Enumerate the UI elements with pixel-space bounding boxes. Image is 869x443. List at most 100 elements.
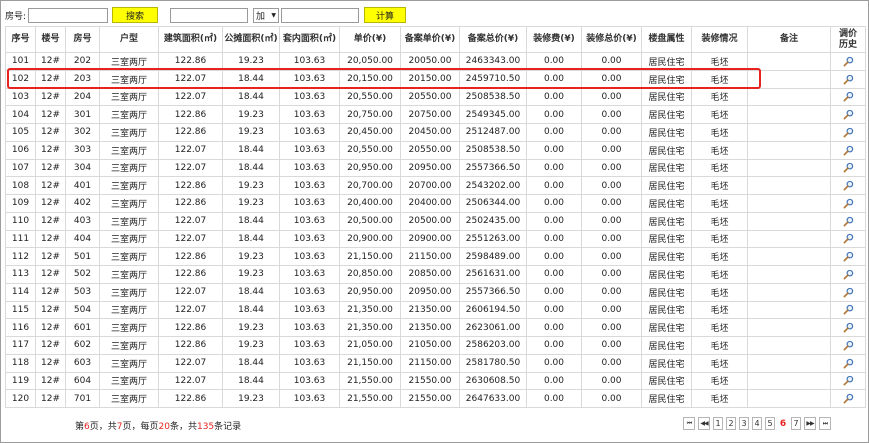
calc-right-input[interactable]	[281, 7, 360, 23]
table-cell: 12#	[35, 389, 66, 408]
table-cell: 2463343.00	[459, 52, 527, 71]
table-row[interactable]: 104 12# 301 三室两厅 122.86 19.23 103.63 20,750.00 2…	[5, 105, 866, 124]
last-page-button[interactable]: ⏭	[819, 417, 831, 430]
table-cell: 20,400.00	[339, 194, 401, 213]
table-cell	[747, 265, 831, 284]
magnifier-icon[interactable]	[843, 358, 854, 369]
table-cell: 三室两厅	[99, 389, 159, 408]
search-button[interactable]: 搜索	[112, 7, 159, 23]
magnifier-icon[interactable]	[843, 91, 854, 102]
magnifier-icon[interactable]	[843, 304, 854, 315]
table-cell: 105	[5, 123, 36, 142]
history-cell	[830, 229, 866, 249]
magnifier-icon[interactable]	[843, 74, 854, 85]
table-cell: 103.63	[279, 194, 340, 213]
history-cell	[830, 389, 866, 408]
column-header: 公摊面积(㎡)	[222, 26, 280, 53]
table-cell: 19.23	[222, 247, 280, 266]
magnifier-icon[interactable]	[843, 216, 854, 227]
table-row[interactable]: 117 12# 602 三室两厅 122.86 19.23 103.63 21,050.00 2…	[5, 336, 866, 355]
table-cell: 20,950.00	[339, 282, 401, 302]
table-row[interactable]: 103 12# 204 三室两厅 122.07 18.44 103.63 20,550.00 2…	[5, 87, 866, 107]
page-number-3[interactable]: 3	[739, 417, 749, 430]
magnifier-icon[interactable]	[843, 198, 854, 209]
magnifier-icon[interactable]	[843, 269, 854, 280]
table-row[interactable]: 116 12# 601 三室两厅 122.86 19.23 103.63 21,350.00 2…	[5, 318, 866, 337]
history-cell	[830, 300, 866, 320]
next-page-button[interactable]: ▶▶	[804, 417, 816, 430]
table-row[interactable]: 120 12# 701 三室两厅 122.86 19.23 103.63 21,550.00 2…	[5, 389, 866, 408]
page-number-5[interactable]: 5	[765, 417, 775, 430]
magnifier-icon[interactable]	[843, 56, 854, 67]
calc-button[interactable]: 计算	[364, 7, 407, 23]
table-cell: 103	[5, 87, 36, 107]
table-cell: 0.00	[526, 229, 582, 249]
magnifier-icon[interactable]	[843, 127, 854, 138]
magnifier-icon[interactable]	[843, 233, 854, 244]
operator-select[interactable]: 加 ▼	[253, 7, 280, 23]
magnifier-icon[interactable]	[843, 251, 854, 262]
magnifier-icon[interactable]	[843, 340, 854, 351]
page-number-4[interactable]: 4	[752, 417, 762, 430]
table-row[interactable]: 105 12# 302 三室两厅 122.86 19.23 103.63 20,450.00 2…	[5, 123, 866, 142]
table-row[interactable]: 101 12# 202 三室两厅 122.86 19.23 103.63 20,050.00 2…	[5, 52, 866, 71]
magnifier-icon[interactable]	[843, 393, 854, 404]
table-row[interactable]: 115 12# 504 三室两厅 122.07 18.44 103.63 21,350.00 2…	[5, 300, 866, 320]
table-cell: 0.00	[581, 282, 642, 302]
magnifier-icon[interactable]	[843, 145, 854, 156]
page-number-7[interactable]: 7	[791, 417, 801, 430]
table-cell	[747, 140, 831, 160]
table-row[interactable]: 114 12# 503 三室两厅 122.07 18.44 103.63 20,950.00 2…	[5, 282, 866, 302]
table-row[interactable]: 107 12# 304 三室两厅 122.07 18.44 103.63 20,950.00 2…	[5, 158, 866, 178]
table-row[interactable]: 113 12# 502 三室两厅 122.86 19.23 103.63 20,850.00 2…	[5, 265, 866, 284]
table-cell: 21,150.00	[339, 353, 401, 373]
table-row[interactable]: 106 12# 303 三室两厅 122.07 18.44 103.63 20,550.00 2…	[5, 140, 866, 160]
table-row[interactable]: 108 12# 401 三室两厅 122.86 19.23 103.63 20,700.00 2…	[5, 176, 866, 195]
table-row[interactable]: 109 12# 402 三室两厅 122.86 19.23 103.63 20,400.00 2…	[5, 194, 866, 213]
table-cell: 0.00	[581, 265, 642, 284]
magnifier-icon[interactable]	[843, 375, 854, 386]
column-header: 备案总价(¥)	[459, 26, 527, 53]
table-cell: 106	[5, 140, 36, 160]
table-cell: 毛坯	[691, 371, 748, 391]
table-cell: 毛坯	[691, 87, 748, 107]
room-input[interactable]	[28, 7, 109, 23]
page-number-1[interactable]: 1	[713, 417, 723, 430]
table-cell: 0.00	[526, 52, 582, 71]
table-cell: 504	[65, 300, 100, 320]
first-page-button[interactable]: ⏮	[683, 417, 695, 430]
table-cell: 20450.00	[400, 123, 460, 142]
table-row[interactable]: 110 12# 403 三室两厅 122.07 18.44 103.63 20,500.00 2…	[5, 211, 866, 231]
table-cell: 21150.00	[400, 353, 460, 373]
magnifier-icon[interactable]	[843, 162, 854, 173]
table-row[interactable]: 102 12# 203 三室两厅 122.07 18.44 103.63 20,150.00 2…	[5, 69, 866, 89]
magnifier-icon[interactable]	[843, 322, 854, 333]
page-number-2[interactable]: 2	[726, 417, 736, 430]
magnifier-icon[interactable]	[843, 109, 854, 120]
table-cell: 居民住宅	[641, 52, 692, 71]
table-row[interactable]: 111 12# 404 三室两厅 122.07 18.44 103.63 20,900.00 2…	[5, 229, 866, 249]
table-row[interactable]: 119 12# 604 三室两厅 122.07 18.44 103.63 21,550.00 2…	[5, 371, 866, 391]
magnifier-icon[interactable]	[843, 287, 854, 298]
table-cell: 居民住宅	[641, 123, 692, 142]
page-number-6[interactable]: 6	[778, 417, 788, 430]
table-cell	[747, 318, 831, 337]
table-cell: 毛坯	[691, 353, 748, 373]
table-cell: 103.63	[279, 389, 340, 408]
calc-left-input[interactable]	[170, 7, 249, 23]
table-cell: 116	[5, 318, 36, 337]
table-cell: 122.86	[158, 123, 223, 142]
table-cell: 0.00	[526, 194, 582, 213]
table-row[interactable]: 118 12# 603 三室两厅 122.07 18.44 103.63 21,150.00 2…	[5, 353, 866, 373]
table-cell: 毛坯	[691, 389, 748, 408]
table-cell: 0.00	[526, 87, 582, 107]
magnifier-icon[interactable]	[843, 180, 854, 191]
table-cell	[747, 176, 831, 195]
table-cell: 12#	[35, 194, 66, 213]
table-cell: 0.00	[526, 158, 582, 178]
table-cell: 21,350.00	[339, 318, 401, 337]
column-header: 户型	[99, 26, 159, 53]
table-cell: 103.63	[279, 211, 340, 231]
prev-page-button[interactable]: ◀◀	[698, 417, 710, 430]
table-row[interactable]: 112 12# 501 三室两厅 122.86 19.23 103.63 21,150.00 2…	[5, 247, 866, 266]
